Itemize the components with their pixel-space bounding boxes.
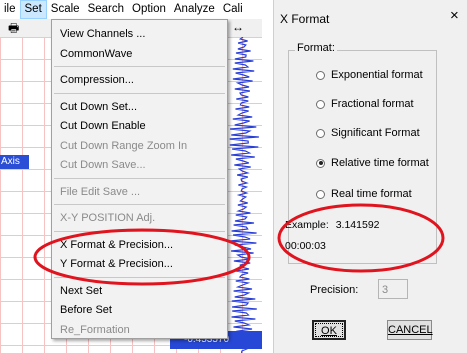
set-menu-dropdown: View Channels ... CommonWave Compression..… — [51, 19, 228, 339]
radio-circle-icon — [316, 70, 325, 80]
menu-item-next-set[interactable]: Next Set — [52, 281, 227, 301]
cancel-button[interactable]: CANCEL — [387, 320, 433, 340]
format-group-label: Format: — [295, 42, 337, 54]
menu-separator — [54, 204, 225, 205]
example-value: 3.141592 — [335, 219, 380, 231]
example-label: Example: — [285, 219, 329, 231]
menu-separator — [54, 92, 225, 94]
menu-separator — [54, 276, 225, 278]
menu-bar: ile Set Scale Search Option Analyze Cali — [0, 0, 262, 19]
axis-tag: Axis — [0, 155, 29, 169]
menu-item-compression[interactable]: Compression... — [52, 70, 227, 90]
menu-item-cut-down-save[interactable]: Cut Down Save... — [52, 155, 227, 175]
menu-analyze[interactable]: Analyze — [170, 0, 219, 19]
menu-item-cut-down-range-zoom-in[interactable]: Cut Down Range Zoom In — [52, 136, 227, 156]
ok-button[interactable]: OK — [312, 320, 346, 340]
menu-calib[interactable]: Cali — [219, 0, 247, 19]
precision-field[interactable]: 3 — [378, 279, 408, 299]
radio-circle-icon — [316, 189, 325, 199]
radio-label: Relative time format — [331, 157, 429, 169]
menu-separator — [54, 177, 225, 179]
menu-item-x-format-precision[interactable]: X Format & Precision... — [52, 235, 227, 255]
menu-item-cut-down-set[interactable]: Cut Down Set... — [52, 97, 227, 117]
printer-icon[interactable]: 🖶 — [8, 21, 19, 35]
radio-label: Fractional format — [331, 98, 414, 110]
menu-item-x-y-position-adj[interactable]: X-Y POSITION Adj. — [52, 208, 227, 228]
radio-label: Real time format — [331, 188, 412, 200]
waveform-trace — [229, 37, 259, 353]
menu-item-file-edit-save[interactable]: File Edit Save ... — [52, 182, 227, 202]
menu-item-cut-down-enable[interactable]: Cut Down Enable — [52, 116, 227, 136]
menu-item-before-set[interactable]: Before Set — [52, 300, 227, 320]
menu-item-view-channels[interactable]: View Channels ... — [52, 24, 227, 44]
radio-selected-icon — [316, 158, 325, 168]
radio-label: Significant Format — [331, 127, 420, 139]
menu-scale[interactable]: Scale — [47, 0, 84, 19]
menu-separator — [54, 66, 225, 67]
app-window: ile Set Scale Search Option Analyze Cali… — [0, 0, 262, 353]
radio-label: Exponential format — [331, 69, 423, 81]
radio-circle-icon — [316, 128, 325, 138]
radio-relative-time[interactable]: Relative time format — [316, 156, 429, 170]
menu-file[interactable]: ile — [0, 0, 20, 19]
menu-item-re-formation[interactable]: Re_Formation — [52, 320, 227, 340]
menu-item-y-format-precision[interactable]: Y Format & Precision... — [52, 254, 227, 274]
menu-set[interactable]: Set — [19, 0, 47, 19]
double-arrow-icon[interactable]: ↔ — [232, 20, 244, 34]
radio-significant[interactable]: Significant Format — [316, 126, 420, 140]
menu-option[interactable]: Option — [128, 0, 170, 19]
radio-fractional[interactable]: Fractional format — [316, 97, 414, 111]
precision-label: Precision: — [310, 284, 359, 296]
radio-real-time[interactable]: Real time format — [316, 187, 412, 201]
close-icon[interactable]: × — [450, 8, 459, 24]
waveform — [229, 37, 259, 353]
menu-search[interactable]: Search — [84, 0, 128, 19]
menu-item-commonwave[interactable]: CommonWave — [52, 44, 227, 64]
dialog-title: X Format — [280, 12, 330, 26]
menu-separator — [54, 230, 225, 232]
radio-exponential[interactable]: Exponential format — [316, 68, 423, 82]
time-readout: 00:00:03 — [285, 240, 326, 252]
x-format-dialog: X Format × Format: Exponential format Fr… — [273, 0, 467, 353]
example-readout: Example: 3.141592 — [285, 219, 380, 231]
radio-circle-icon — [316, 99, 325, 109]
